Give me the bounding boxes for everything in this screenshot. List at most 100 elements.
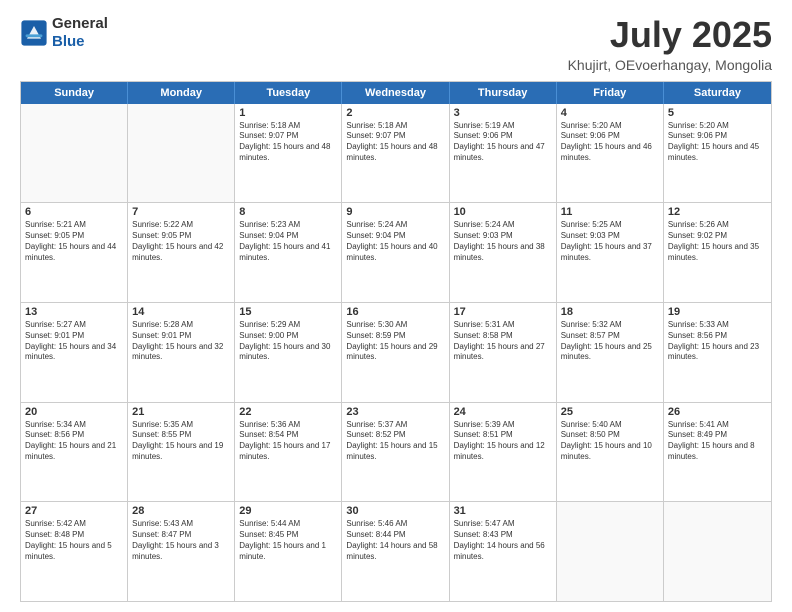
header-day-friday: Friday [557, 82, 664, 104]
day-number: 31 [454, 505, 552, 517]
day-content: Sunrise: 5:40 AM Sunset: 8:50 PM Dayligh… [561, 420, 659, 463]
day-number: 3 [454, 107, 552, 119]
day-number: 12 [668, 206, 767, 218]
day-number: 18 [561, 306, 659, 318]
day-number: 28 [132, 505, 230, 517]
header-day-thursday: Thursday [450, 82, 557, 104]
day-number: 9 [346, 206, 444, 218]
day-content: Sunrise: 5:31 AM Sunset: 8:58 PM Dayligh… [454, 320, 552, 363]
day-cell-27: 27 Sunrise: 5:42 AM Sunset: 8:48 PM Dayli… [21, 502, 128, 601]
day-cell-25: 25 Sunrise: 5:40 AM Sunset: 8:50 PM Dayli… [557, 403, 664, 502]
day-content: Sunrise: 5:26 AM Sunset: 9:02 PM Dayligh… [668, 220, 767, 263]
day-content: Sunrise: 5:36 AM Sunset: 8:54 PM Dayligh… [239, 420, 337, 463]
day-cell-11: 11 Sunrise: 5:25 AM Sunset: 9:03 PM Dayli… [557, 203, 664, 302]
day-cell-28: 28 Sunrise: 5:43 AM Sunset: 8:47 PM Dayli… [128, 502, 235, 601]
header-day-sunday: Sunday [21, 82, 128, 104]
day-content: Sunrise: 5:43 AM Sunset: 8:47 PM Dayligh… [132, 519, 230, 562]
week-row-1: 1 Sunrise: 5:18 AM Sunset: 9:07 PM Daylig… [21, 104, 771, 204]
day-cell-8: 8Sunrise: 5:23 AM Sunset: 9:04 PM Daylig… [235, 203, 342, 302]
week-row-3: 13Sunrise: 5:27 AM Sunset: 9:01 PM Dayli… [21, 303, 771, 403]
day-content: Sunrise: 5:42 AM Sunset: 8:48 PM Dayligh… [25, 519, 123, 562]
logo-blue: Blue [52, 33, 85, 50]
day-content: Sunrise: 5:22 AM Sunset: 9:05 PM Dayligh… [132, 220, 230, 263]
day-content: Sunrise: 5:18 AM Sunset: 9:07 PM Dayligh… [346, 121, 444, 164]
day-content: Sunrise: 5:20 AM Sunset: 9:06 PM Dayligh… [561, 121, 659, 164]
header-day-wednesday: Wednesday [342, 82, 449, 104]
day-cell-3: 3 Sunrise: 5:19 AM Sunset: 9:06 PM Daylig… [450, 104, 557, 203]
empty-cell [21, 104, 128, 203]
day-content: Sunrise: 5:27 AM Sunset: 9:01 PM Dayligh… [25, 320, 123, 363]
day-number: 27 [25, 505, 123, 517]
day-number: 8 [239, 206, 337, 218]
day-number: 29 [239, 505, 337, 517]
day-number: 14 [132, 306, 230, 318]
day-cell-24: 24Sunrise: 5:39 AM Sunset: 8:51 PM Dayli… [450, 403, 557, 502]
day-cell-9: 9 Sunrise: 5:24 AM Sunset: 9:04 PM Daylig… [342, 203, 449, 302]
day-cell-12: 12 Sunrise: 5:26 AM Sunset: 9:02 PM Dayli… [664, 203, 771, 302]
day-number: 2 [346, 107, 444, 119]
day-number: 5 [668, 107, 767, 119]
day-content: Sunrise: 5:28 AM Sunset: 9:01 PM Dayligh… [132, 320, 230, 363]
day-cell-19: 19 Sunrise: 5:33 AM Sunset: 8:56 PM Dayli… [664, 303, 771, 402]
day-cell-10: 10 Sunrise: 5:24 AM Sunset: 9:03 PM Dayli… [450, 203, 557, 302]
day-content: Sunrise: 5:30 AM Sunset: 8:59 PM Dayligh… [346, 320, 444, 363]
header-day-tuesday: Tuesday [235, 82, 342, 104]
day-cell-30: 30 Sunrise: 5:46 AM Sunset: 8:44 PM Dayli… [342, 502, 449, 601]
day-number: 10 [454, 206, 552, 218]
day-number: 23 [346, 406, 444, 418]
title-area: July 2025 Khujirt, OEvoerhangay, Mongoli… [568, 15, 772, 73]
calendar-body: 1 Sunrise: 5:18 AM Sunset: 9:07 PM Daylig… [21, 104, 771, 601]
day-number: 6 [25, 206, 123, 218]
day-cell-6: 6 Sunrise: 5:21 AM Sunset: 9:05 PM Daylig… [21, 203, 128, 302]
day-content: Sunrise: 5:25 AM Sunset: 9:03 PM Dayligh… [561, 220, 659, 263]
location-title: Khujirt, OEvoerhangay, Mongolia [568, 57, 772, 73]
day-number: 19 [668, 306, 767, 318]
day-cell-23: 23 Sunrise: 5:37 AM Sunset: 8:52 PM Dayli… [342, 403, 449, 502]
day-cell-4: 4 Sunrise: 5:20 AM Sunset: 9:06 PM Daylig… [557, 104, 664, 203]
day-content: Sunrise: 5:37 AM Sunset: 8:52 PM Dayligh… [346, 420, 444, 463]
day-content: Sunrise: 5:19 AM Sunset: 9:06 PM Dayligh… [454, 121, 552, 164]
day-cell-1: 1 Sunrise: 5:18 AM Sunset: 9:07 PM Daylig… [235, 104, 342, 203]
logo-general: General [52, 15, 108, 32]
day-number: 7 [132, 206, 230, 218]
day-content: Sunrise: 5:21 AM Sunset: 9:05 PM Dayligh… [25, 220, 123, 263]
empty-cell [664, 502, 771, 601]
day-cell-17: 17 Sunrise: 5:31 AM Sunset: 8:58 PM Dayli… [450, 303, 557, 402]
day-content: Sunrise: 5:41 AM Sunset: 8:49 PM Dayligh… [668, 420, 767, 463]
day-number: 25 [561, 406, 659, 418]
day-number: 11 [561, 206, 659, 218]
day-cell-13: 13Sunrise: 5:27 AM Sunset: 9:01 PM Dayli… [21, 303, 128, 402]
day-number: 24 [454, 406, 552, 418]
calendar: SundayMondayTuesdayWednesdayThursdayFrid… [20, 81, 772, 602]
day-content: Sunrise: 5:46 AM Sunset: 8:44 PM Dayligh… [346, 519, 444, 562]
day-content: Sunrise: 5:18 AM Sunset: 9:07 PM Dayligh… [239, 121, 337, 164]
day-number: 17 [454, 306, 552, 318]
day-number: 4 [561, 107, 659, 119]
day-cell-7: 7 Sunrise: 5:22 AM Sunset: 9:05 PM Daylig… [128, 203, 235, 302]
day-number: 21 [132, 406, 230, 418]
day-cell-20: 20Sunrise: 5:34 AM Sunset: 8:56 PM Dayli… [21, 403, 128, 502]
day-content: Sunrise: 5:29 AM Sunset: 9:00 PM Dayligh… [239, 320, 337, 363]
day-content: Sunrise: 5:44 AM Sunset: 8:45 PM Dayligh… [239, 519, 337, 562]
day-content: Sunrise: 5:32 AM Sunset: 8:57 PM Dayligh… [561, 320, 659, 363]
day-cell-16: 16 Sunrise: 5:30 AM Sunset: 8:59 PM Dayli… [342, 303, 449, 402]
logo-icon [20, 19, 48, 47]
month-title: July 2025 [568, 15, 772, 55]
day-cell-22: 22 Sunrise: 5:36 AM Sunset: 8:54 PM Dayli… [235, 403, 342, 502]
day-cell-15: 15Sunrise: 5:29 AM Sunset: 9:00 PM Dayli… [235, 303, 342, 402]
logo: General Blue [20, 15, 108, 51]
day-content: Sunrise: 5:24 AM Sunset: 9:03 PM Dayligh… [454, 220, 552, 263]
week-row-2: 6 Sunrise: 5:21 AM Sunset: 9:05 PM Daylig… [21, 203, 771, 303]
header-day-saturday: Saturday [664, 82, 771, 104]
day-number: 16 [346, 306, 444, 318]
day-number: 30 [346, 505, 444, 517]
day-cell-2: 2 Sunrise: 5:18 AM Sunset: 9:07 PM Daylig… [342, 104, 449, 203]
day-number: 22 [239, 406, 337, 418]
day-content: Sunrise: 5:34 AM Sunset: 8:56 PM Dayligh… [25, 420, 123, 463]
header-day-monday: Monday [128, 82, 235, 104]
week-row-5: 27 Sunrise: 5:42 AM Sunset: 8:48 PM Dayli… [21, 502, 771, 601]
day-cell-31: 31Sunrise: 5:47 AM Sunset: 8:43 PM Dayli… [450, 502, 557, 601]
day-number: 1 [239, 107, 337, 119]
day-content: Sunrise: 5:33 AM Sunset: 8:56 PM Dayligh… [668, 320, 767, 363]
day-content: Sunrise: 5:24 AM Sunset: 9:04 PM Dayligh… [346, 220, 444, 263]
